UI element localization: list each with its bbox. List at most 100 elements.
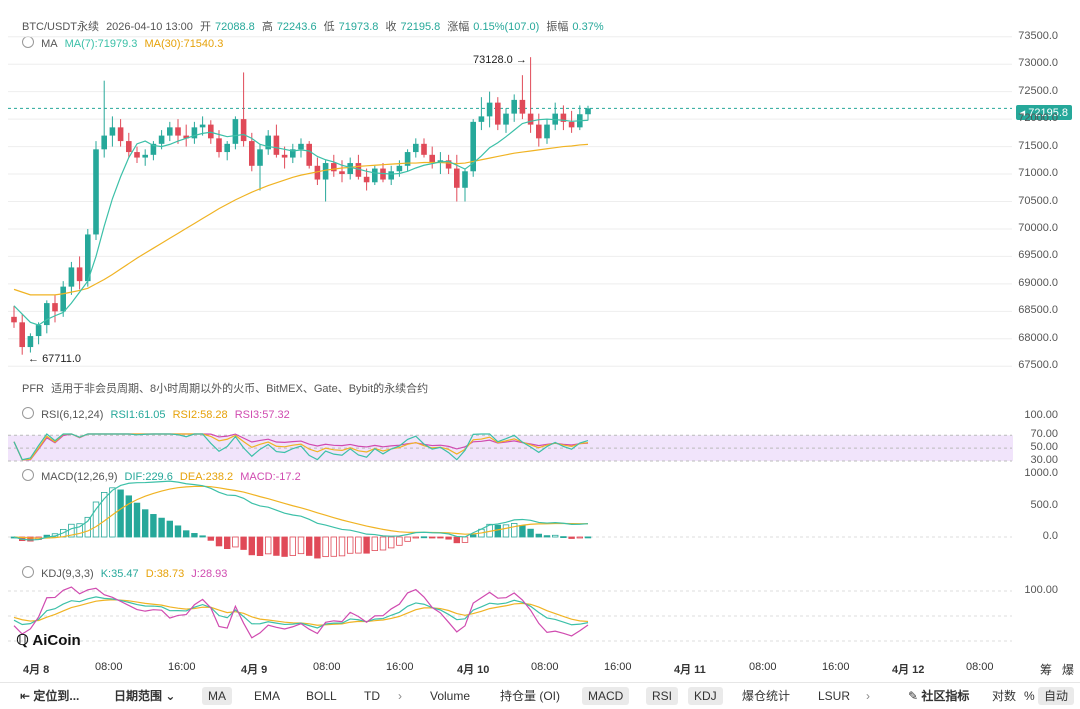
- macd-bar: [191, 533, 198, 538]
- candle-body: [322, 163, 329, 180]
- time-tick-label: 4月 12: [892, 664, 925, 676]
- sub-indicator-tab[interactable]: MACD: [582, 687, 630, 705]
- candle-body: [199, 124, 206, 128]
- macd-bar: [527, 528, 534, 538]
- macd-bar: [404, 536, 411, 542]
- date-range-button[interactable]: 日期范围 ⌄: [108, 687, 181, 705]
- indicator-tab-ema[interactable]: EMA: [248, 687, 286, 705]
- candle-body: [363, 176, 370, 183]
- candle-body: [126, 141, 132, 153]
- macd-bar: [535, 533, 542, 538]
- sub-indicator-tab[interactable]: 持仓量 (OI): [494, 687, 566, 705]
- candle-body: [519, 99, 526, 114]
- candle-body: [273, 135, 280, 155]
- macd-bar: [109, 487, 116, 538]
- macd-bar: [355, 536, 362, 554]
- time-tick-label: 4月 9: [241, 664, 268, 676]
- sub-indicators-scroll-right[interactable]: ›: [860, 687, 876, 705]
- candle-body: [298, 143, 304, 150]
- locate-button[interactable]: ⇤ 定位到...: [14, 687, 85, 705]
- candle-body: [158, 135, 165, 144]
- price-tick-label: 70500.0: [1018, 194, 1058, 207]
- sub-axis-label: 500.0: [1030, 498, 1058, 511]
- price-tick-label: 73500.0: [1018, 29, 1058, 42]
- candle-body: [60, 286, 66, 312]
- candle-body: [544, 124, 550, 139]
- macd-bar: [297, 536, 305, 555]
- auto-scale-toggle[interactable]: 自动: [1038, 687, 1075, 705]
- sub-axis-label: 1000.0: [1024, 467, 1058, 479]
- indicators-scroll-right[interactable]: ›: [392, 687, 408, 705]
- macd-bar: [314, 536, 321, 559]
- macd-bar: [494, 524, 501, 538]
- date-range-label: 日期范围: [114, 689, 163, 703]
- community-indicators-button[interactable]: ✎ 社区指标: [902, 687, 975, 705]
- candle-body: [495, 102, 501, 125]
- candle-body: [109, 127, 116, 136]
- candle-body: [52, 303, 58, 312]
- low-annotation-value: 67711.0: [42, 353, 82, 365]
- macd-bar: [584, 536, 592, 539]
- candle-body: [585, 108, 591, 115]
- indicator-tab-boll[interactable]: BOLL: [300, 687, 343, 705]
- macd-bar: [199, 535, 206, 538]
- sub-indicator-tab[interactable]: LSUR: [812, 687, 856, 705]
- candle-body: [117, 127, 124, 142]
- chevron-down-icon: ⌄: [162, 689, 176, 703]
- macd-bar: [182, 530, 190, 538]
- macd-bar: [502, 524, 510, 538]
- ma7-line: [13, 118, 589, 326]
- aicoin-logo: ℚ AiCoin: [16, 631, 81, 649]
- macd-bar: [396, 536, 403, 546]
- candle-body: [527, 113, 534, 125]
- time-tick-label: 16:00: [604, 661, 632, 673]
- price-tick-label: 69000.0: [1018, 276, 1058, 289]
- locate-label: 定位到...: [33, 689, 80, 703]
- sub-axis-label: 100.00: [1024, 584, 1058, 596]
- candle-body: [511, 99, 517, 114]
- time-tick-label: 08:00: [95, 661, 123, 673]
- corner-label-chip[interactable]: 筹: [1040, 661, 1052, 678]
- candle-body: [27, 336, 34, 348]
- price-tick-label: 71500.0: [1018, 139, 1058, 152]
- macd-bar: [150, 514, 157, 538]
- candle-body: [35, 325, 42, 337]
- macd-bar: [568, 536, 575, 539]
- macd-bar: [174, 525, 182, 538]
- macd-bar: [330, 536, 337, 557]
- candle-body: [257, 149, 263, 166]
- sub-axis-label: 0.0: [1042, 530, 1058, 542]
- time-tick-label: 16:00: [168, 661, 196, 673]
- indicator-tab-td[interactable]: TD: [358, 687, 386, 705]
- macd-bar: [264, 536, 272, 555]
- log-scale-toggle[interactable]: 对数: [986, 687, 1022, 705]
- sub-indicator-tab[interactable]: KDJ: [688, 687, 723, 705]
- candle-body: [19, 322, 25, 348]
- sub-axis-label: 70.00: [1030, 428, 1058, 441]
- candle-body: [44, 303, 50, 326]
- macd-bar: [461, 536, 469, 543]
- candle-body: [167, 127, 173, 136]
- candle-body: [93, 149, 99, 235]
- candle-body: [396, 165, 403, 172]
- macd-bar: [281, 536, 288, 557]
- corner-label-liquidation[interactable]: 爆: [1062, 661, 1074, 678]
- price-tick-label: 69500.0: [1018, 249, 1058, 262]
- macd-bar: [453, 536, 460, 544]
- sub-indicator-tab[interactable]: Volume: [424, 687, 476, 705]
- sub-axis-label: 100.00: [1024, 409, 1058, 421]
- chart-canvas[interactable]: [0, 0, 1080, 682]
- candle-body: [454, 168, 460, 188]
- macd-bar: [240, 536, 247, 550]
- indicator-tab-ma[interactable]: MA: [202, 687, 232, 705]
- price-tick-label: 68000.0: [1018, 331, 1058, 344]
- macd-bar: [560, 536, 567, 539]
- macd-bar: [510, 523, 518, 538]
- macd-bar: [125, 495, 132, 538]
- sub-indicator-tab[interactable]: 爆仓统计: [736, 687, 796, 705]
- sub-indicator-tab[interactable]: RSI: [646, 687, 679, 705]
- candle-body: [339, 171, 345, 175]
- macd-bar: [519, 525, 526, 538]
- locate-icon: ⇤: [20, 689, 34, 703]
- candle-body: [175, 127, 181, 136]
